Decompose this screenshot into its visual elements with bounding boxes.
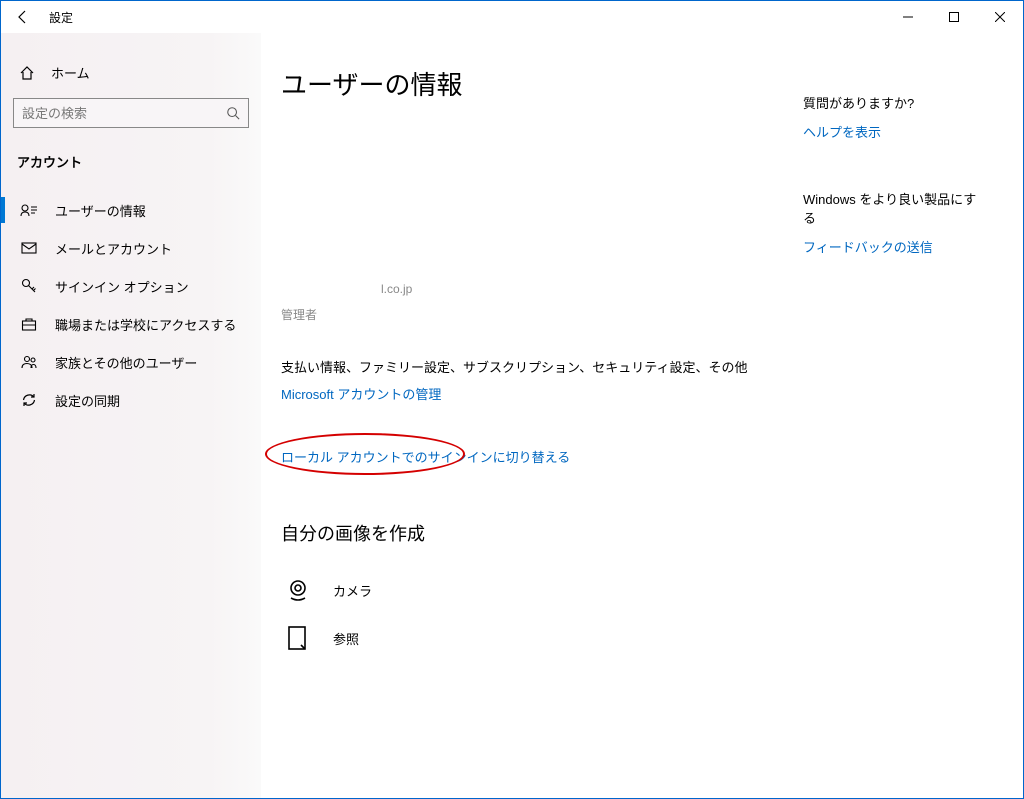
sidebar-item-your-info[interactable]: ユーザーの情報 [13,191,249,229]
home-label: ホーム [51,63,90,82]
help-link[interactable]: ヘルプを表示 [803,122,983,141]
home-icon [19,65,39,81]
mail-icon [19,240,39,256]
sidebar-item-label: 設定の同期 [55,391,120,410]
camera-option[interactable]: カメラ [281,566,1003,614]
search-icon [226,106,240,120]
person-card-icon [19,202,39,218]
sidebar-item-signin-options[interactable]: サインイン オプション [13,267,249,305]
sidebar: ホーム アカウント ユーザーの情報 メールとアカウント サインイン [1,33,261,798]
create-picture-heading: 自分の画像を作成 [281,520,1003,546]
account-info: l.co.jp 管理者 [281,282,1003,323]
search-box[interactable] [13,98,249,128]
maximize-button[interactable] [931,1,977,33]
account-role: 管理者 [281,306,1003,323]
switch-local-account-link[interactable]: ローカル アカウントでのサインインに切り替える [281,450,570,465]
browse-icon [281,621,315,655]
sidebar-item-label: メールとアカウント [55,239,172,258]
sidebar-item-family[interactable]: 家族とその他のユーザー [13,343,249,381]
sidebar-item-label: ユーザーの情報 [55,201,146,220]
account-email: l.co.jp [381,282,1003,296]
sidebar-item-email-accounts[interactable]: メールとアカウント [13,229,249,267]
right-rail: 質問がありますか? ヘルプを表示 Windows をより良い製品にする フィード… [803,93,983,256]
camera-icon [281,573,315,607]
back-button[interactable] [11,5,35,29]
camera-label: カメラ [333,581,372,600]
key-icon [19,278,39,294]
feedback-link[interactable]: フィードバックの送信 [803,237,983,256]
people-icon [19,354,39,370]
briefcase-icon [19,316,39,332]
search-input[interactable] [22,106,226,121]
sidebar-item-label: サインイン オプション [55,277,189,296]
close-button[interactable] [977,1,1023,33]
manage-ms-account-link[interactable]: Microsoft アカウントの管理 [281,384,1003,403]
sidebar-item-label: 家族とその他のユーザー [55,353,197,372]
browse-label: 参照 [333,629,359,648]
window-title: 設定 [49,9,73,26]
sync-icon [19,392,39,408]
sidebar-item-sync[interactable]: 設定の同期 [13,381,249,419]
sidebar-item-work-school[interactable]: 職場または学校にアクセスする [13,305,249,343]
window-controls [885,1,1023,33]
browse-option[interactable]: 参照 [281,614,1003,662]
sidebar-section-label: アカウント [13,146,249,191]
main-content: ユーザーの情報 l.co.jp 管理者 支払い情報、ファミリー設定、サブスクリプ… [261,33,1023,798]
improve-heading: Windows をより良い製品にする [803,189,983,227]
account-description: 支払い情報、ファミリー設定、サブスクリプション、セキュリティ設定、その他 [281,357,1003,376]
sidebar-item-label: 職場または学校にアクセスする [55,315,236,334]
question-heading: 質問がありますか? [803,93,983,112]
home-nav[interactable]: ホーム [13,55,249,90]
minimize-button[interactable] [885,1,931,33]
titlebar: 設定 [1,1,1023,33]
